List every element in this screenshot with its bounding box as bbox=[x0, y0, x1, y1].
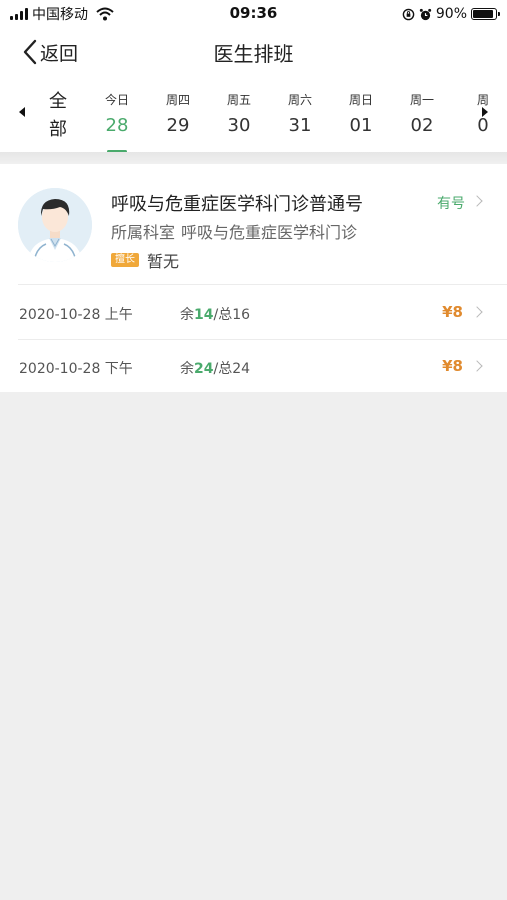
doctor-avatar bbox=[18, 188, 92, 262]
date-strip: 全 部 今日 28 周四 29 周五 30 周六 31 周日 01 周一 02 周 0 bbox=[0, 76, 507, 154]
total-count: 24 bbox=[232, 361, 251, 377]
tab-day-weekday: 周四 bbox=[165, 93, 190, 107]
back-label: 返回 bbox=[40, 42, 79, 65]
alarm-icon bbox=[419, 8, 432, 20]
schedule-panel: 呼吸与危重症医学科门诊普通号 所属科室 呼吸与危重症医学科门诊 擅长 暂无 有号 … bbox=[0, 164, 507, 392]
doctor-card[interactable]: 呼吸与危重症医学科门诊普通号 所属科室 呼吸与危重症医学科门诊 擅长 暂无 有号 bbox=[0, 164, 507, 284]
tab-day-number: 01 bbox=[349, 115, 373, 136]
remaining-prefix: 余 bbox=[180, 361, 194, 377]
total-prefix: /总 bbox=[213, 361, 233, 377]
slot-date: 2020-10-28 下午 bbox=[19, 361, 133, 377]
department-label: 所属科室 bbox=[111, 223, 176, 242]
tab-day[interactable]: 周一 02 bbox=[402, 92, 442, 138]
slot-date: 2020-10-28 上午 bbox=[19, 307, 133, 323]
chevron-right-icon bbox=[471, 306, 483, 318]
tab-all[interactable]: 全 部 bbox=[46, 88, 70, 144]
status-right: 90% bbox=[402, 4, 500, 24]
section-separator bbox=[0, 152, 507, 164]
doctor-name: 呼吸与危重症医学科门诊普通号 bbox=[111, 194, 363, 215]
divider bbox=[18, 284, 507, 285]
doctor-avatar-icon bbox=[18, 188, 92, 262]
status-bar: 中国移动 09:36 90% bbox=[0, 0, 507, 28]
tab-day-number: 29 bbox=[166, 115, 190, 136]
slot-price: ¥8 bbox=[442, 357, 463, 375]
total-prefix: /总 bbox=[213, 307, 233, 323]
tab-day[interactable]: 周四 29 bbox=[158, 92, 198, 138]
tab-all-label-2: 部 bbox=[49, 119, 67, 140]
chevron-right-icon bbox=[471, 195, 483, 207]
tab-day-weekday: 周日 bbox=[348, 93, 373, 107]
back-button[interactable]: 返回 bbox=[22, 38, 78, 66]
slot-remaining: 余14/总16 bbox=[180, 304, 250, 324]
slot-remaining: 余24/总24 bbox=[180, 358, 250, 378]
chevron-right-icon bbox=[471, 360, 483, 372]
tab-day[interactable]: 周五 30 bbox=[219, 92, 259, 138]
remaining-prefix: 余 bbox=[180, 307, 194, 323]
tab-day-number: 28 bbox=[105, 115, 129, 136]
department-row: 所属科室 呼吸与危重症医学科门诊 bbox=[111, 219, 357, 243]
tab-day-weekday: 周一 bbox=[409, 93, 434, 107]
tab-day-number: 31 bbox=[288, 115, 312, 136]
remaining-count: 24 bbox=[194, 361, 214, 377]
slot-price: ¥8 bbox=[442, 303, 463, 321]
tab-day-weekday: 周五 bbox=[226, 93, 251, 107]
remaining-count: 14 bbox=[194, 307, 214, 323]
tab-all-label-1: 全 bbox=[49, 91, 67, 112]
specialty-tag: 擅长 bbox=[111, 253, 139, 267]
scroll-right-icon[interactable] bbox=[482, 107, 488, 117]
rotation-lock-icon bbox=[402, 8, 415, 20]
battery-percent: 90% bbox=[435, 6, 467, 22]
slot-row-afternoon[interactable]: 2020-10-28 下午 余24/总24 ¥8 bbox=[0, 340, 507, 392]
tab-day-weekday: 周 bbox=[476, 93, 489, 107]
chevron-left-icon bbox=[23, 39, 37, 65]
tab-day-number: 30 bbox=[227, 115, 251, 136]
tab-day[interactable]: 周日 01 bbox=[341, 92, 381, 138]
tab-day-number: 0 bbox=[477, 115, 489, 136]
specialty-row: 擅长 暂无 bbox=[111, 248, 179, 272]
tab-day-weekday: 今日 bbox=[104, 93, 129, 107]
tab-day-weekday: 周六 bbox=[287, 93, 312, 107]
battery-fill bbox=[473, 10, 493, 18]
nav-bar: 返回 医生排班 bbox=[0, 28, 507, 76]
total-count: 16 bbox=[232, 307, 251, 323]
department-value: 呼吸与危重症医学科门诊 bbox=[181, 223, 358, 242]
tab-day[interactable]: 周六 31 bbox=[280, 92, 320, 138]
availability-status: 有号 bbox=[437, 196, 465, 212]
battery-icon bbox=[471, 8, 500, 20]
tab-day-number: 02 bbox=[410, 115, 434, 136]
tab-day[interactable]: 今日 28 bbox=[97, 92, 137, 153]
scroll-left-icon[interactable] bbox=[19, 107, 25, 117]
slot-row-morning[interactable]: 2020-10-28 上午 余14/总16 ¥8 bbox=[0, 286, 507, 338]
specialty-value: 暂无 bbox=[147, 252, 180, 271]
